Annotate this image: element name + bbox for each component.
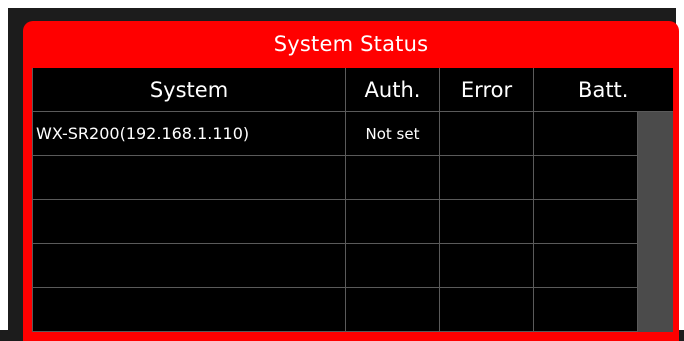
column-header-auth[interactable]: Auth.	[345, 68, 440, 112]
table-row[interactable]	[32, 243, 673, 288]
panel-title: System Status	[273, 32, 429, 56]
system-status-panel: System Status System Auth. Error Batt. W…	[23, 21, 679, 341]
auth-cell[interactable]	[345, 199, 440, 244]
table-header-row: System Auth. Error Batt.	[32, 68, 673, 112]
batt-cell[interactable]	[533, 287, 638, 332]
column-header-error[interactable]: Error	[439, 68, 534, 112]
auth-cell[interactable]: Not set	[345, 111, 440, 156]
vertical-scrollbar[interactable]	[636, 111, 673, 332]
table-row[interactable]: WX-SR200(192.168.1.110) Not set	[32, 111, 673, 332]
table-row[interactable]	[32, 155, 673, 200]
batt-cell[interactable]	[533, 111, 638, 156]
auth-cell[interactable]	[345, 155, 440, 200]
error-cell[interactable]	[439, 199, 534, 244]
batt-cell[interactable]	[533, 155, 638, 200]
system-cell[interactable]: WX-SR200(192.168.1.110)	[32, 111, 346, 156]
batt-cell[interactable]	[533, 243, 638, 288]
table-row[interactable]	[32, 287, 673, 332]
error-cell[interactable]	[439, 155, 534, 200]
window-left-border	[0, 0, 8, 330]
column-header-system[interactable]: System	[32, 68, 346, 112]
batt-cell[interactable]	[533, 199, 638, 244]
system-cell[interactable]	[32, 243, 346, 288]
system-cell[interactable]	[32, 287, 346, 332]
error-cell[interactable]	[439, 243, 534, 288]
auth-cell[interactable]	[345, 287, 440, 332]
column-header-batt[interactable]: Batt.	[532, 68, 673, 112]
system-cell[interactable]	[32, 199, 346, 244]
error-cell[interactable]	[439, 287, 534, 332]
table-row[interactable]	[32, 199, 673, 244]
error-cell[interactable]	[439, 111, 534, 156]
system-cell[interactable]	[32, 155, 346, 200]
system-status-table: System Auth. Error Batt. WX-SR200(192.16…	[32, 68, 673, 332]
window-top-border	[0, 0, 684, 8]
auth-cell[interactable]	[345, 243, 440, 288]
